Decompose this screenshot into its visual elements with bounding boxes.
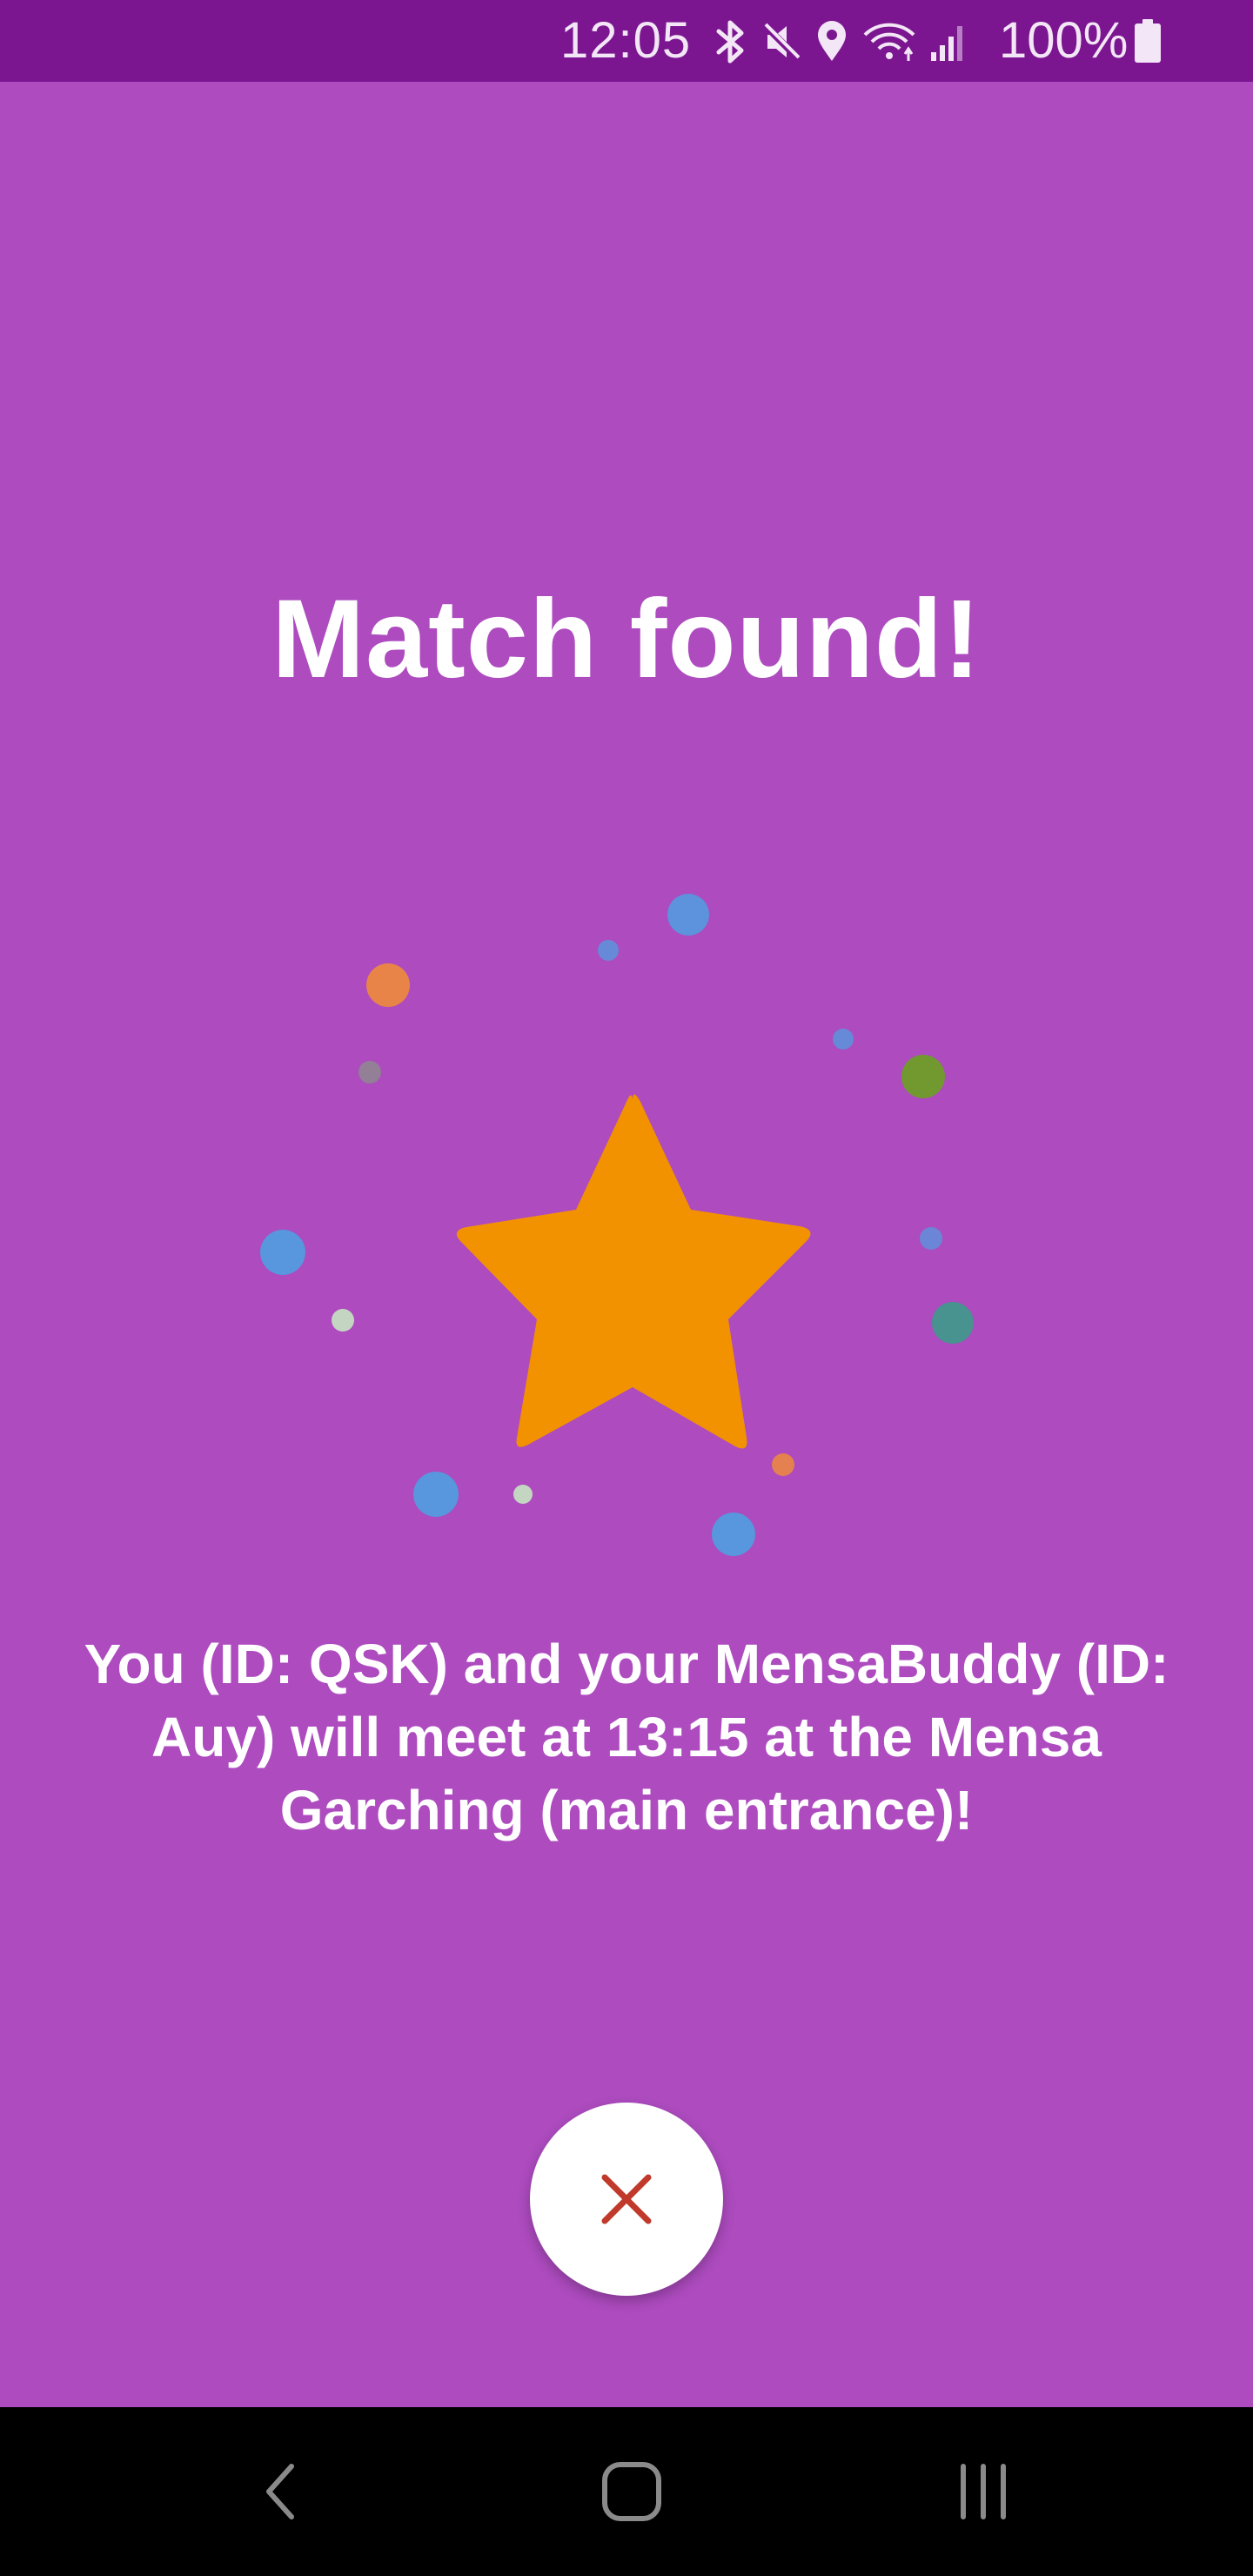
- star-icon: [456, 1094, 811, 1449]
- bluetooth-icon: [714, 19, 748, 64]
- page-title: Match found!: [271, 577, 982, 701]
- confetti-dot: [712, 1513, 755, 1556]
- back-button[interactable]: [193, 2407, 367, 2576]
- recents-icon: [961, 2464, 1006, 2519]
- confetti-dot: [833, 1029, 854, 1050]
- confetti-dot: [772, 1453, 794, 1476]
- match-screen: Match found! You (ID: QSK) and your Mens…: [0, 82, 1253, 2407]
- home-button[interactable]: [545, 2407, 719, 2576]
- recents-button[interactable]: [896, 2407, 1070, 2576]
- navigation-bar: [0, 2407, 1253, 2576]
- close-icon: [601, 2174, 652, 2224]
- battery-percentage: 100%: [999, 12, 1129, 69]
- confetti-dot: [932, 1302, 974, 1344]
- status-bar: 12:05 100%: [0, 0, 1253, 82]
- confetti-dot: [598, 940, 619, 961]
- home-icon: [602, 2462, 661, 2521]
- confetti-dot: [332, 1309, 354, 1332]
- confetti-dot: [413, 1472, 459, 1517]
- confetti-dot: [901, 1055, 945, 1098]
- confetti-dot: [260, 1230, 305, 1275]
- battery-icon: [1135, 19, 1161, 67]
- match-message: You (ID: QSK) and your MensaBuddy (ID: A…: [84, 1633, 1169, 1841]
- mute-icon: [761, 19, 802, 64]
- status-icons: [714, 14, 968, 70]
- close-button[interactable]: [530, 2103, 723, 2296]
- status-time: 12:05: [560, 12, 692, 69]
- wifi-icon: [861, 19, 917, 64]
- signal-icon: [929, 19, 968, 64]
- confetti-dot: [667, 894, 709, 936]
- confetti-dot: [366, 963, 410, 1007]
- celebration-illustration: [260, 894, 974, 1556]
- confetti-dot: [513, 1485, 533, 1504]
- back-icon: [266, 2464, 294, 2519]
- confetti-dot: [920, 1227, 942, 1250]
- confetti-dot: [358, 1061, 381, 1083]
- location-icon: [814, 19, 849, 64]
